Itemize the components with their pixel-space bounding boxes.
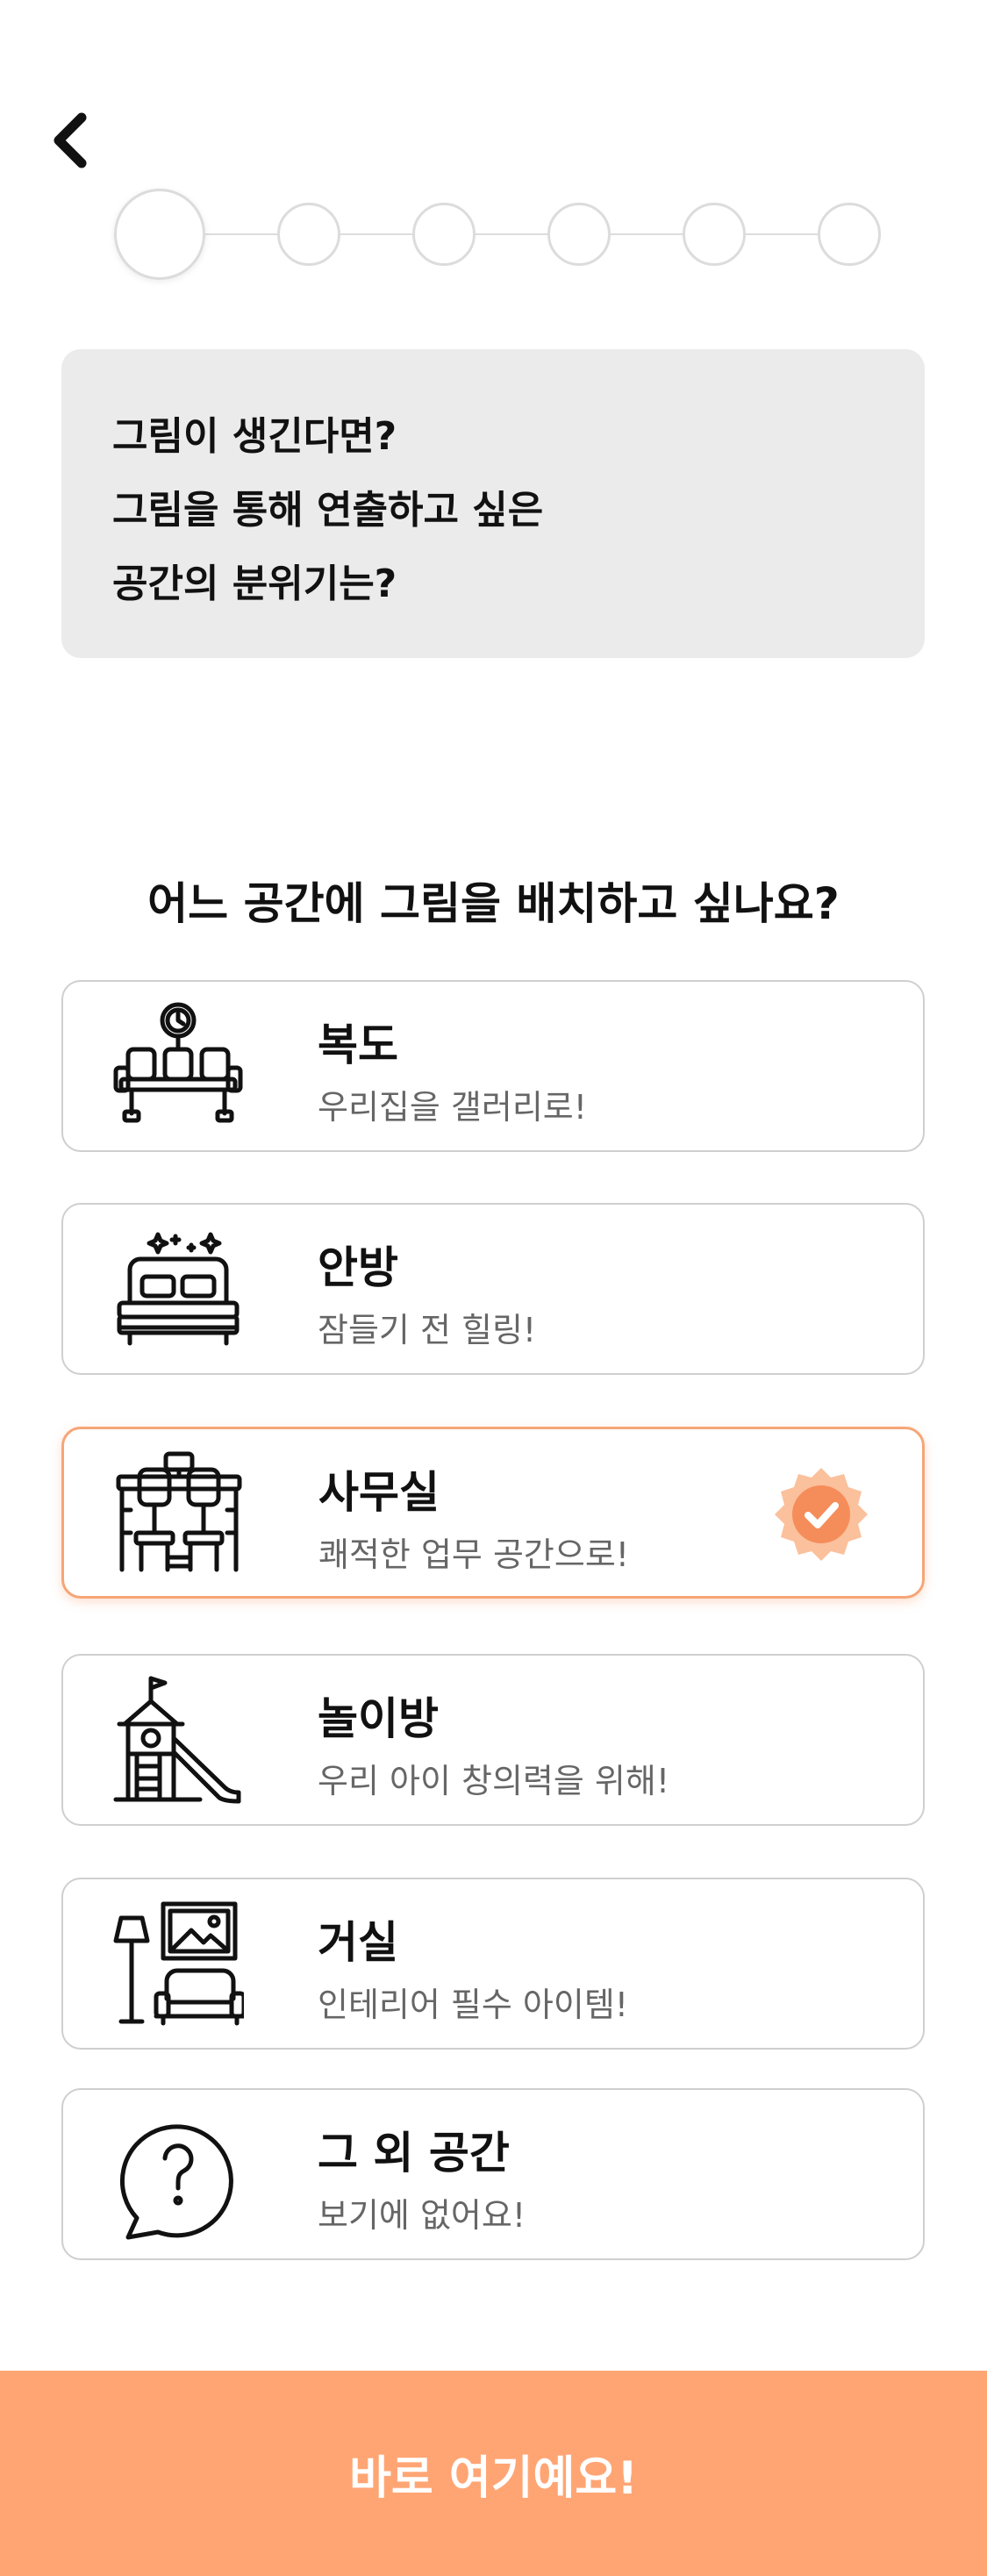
intro-line-3: 공간의 분위기는? — [112, 562, 397, 606]
option-playroom[interactable]: 놀이방 우리 아이 창의력을 위해! — [61, 1654, 925, 1826]
intro-line-2: 그림을 통해 연출하고 싶은 — [112, 488, 544, 533]
option-living-room[interactable]: 거실 인테리어 필수 아이템! — [61, 1878, 925, 2050]
intro-line-1: 그림이 생긴다면? — [112, 414, 397, 459]
chevron-left-icon — [54, 112, 87, 168]
option-bedroom[interactable]: 안방 잠들기 전 힐링! — [61, 1203, 925, 1375]
intro-box: 그림이 생긴다면? 그림을 통해 연출하고 싶은 공간의 분위기는? — [61, 349, 925, 658]
step-6 — [818, 203, 881, 266]
check-badge-icon — [775, 1468, 868, 1561]
question-heading: 어느 공간에 그림을 배치하고 싶나요? — [147, 878, 840, 929]
option-description: 인테리어 필수 아이템! — [318, 1986, 629, 2024]
bed-icon — [117, 1232, 240, 1346]
option-description: 우리 아이 창의력을 위해! — [318, 1762, 670, 1800]
option-title: 안방 — [318, 1242, 398, 1293]
option-description: 잠들기 전 힐링! — [318, 1311, 537, 1349]
option-title: 복도 — [318, 1020, 398, 1070]
confirm-button[interactable]: 바로 여기예요! — [0, 2371, 987, 2576]
living-room-sofa-lamp-icon — [113, 1901, 244, 2026]
playground-slide-icon — [113, 1676, 241, 1804]
back-button[interactable] — [44, 110, 97, 171]
step-2 — [277, 203, 340, 266]
option-office[interactable]: 사무실 쾌적한 업무 공간으로! — [61, 1427, 925, 1599]
hallway-bench-clock-icon — [113, 1002, 243, 1123]
option-title: 놀이방 — [318, 1693, 439, 1744]
step-5 — [683, 203, 746, 266]
option-description: 쾌적한 업무 공간으로! — [318, 1535, 630, 1574]
option-description: 보기에 없어요! — [318, 2196, 526, 2235]
step-1 — [114, 189, 205, 280]
option-description: 우리집을 갤러리로! — [318, 1088, 587, 1127]
step-4 — [547, 203, 611, 266]
option-other-space[interactable]: 그 외 공간 보기에 없어요! — [61, 2088, 925, 2260]
office-desk-chairs-icon — [116, 1451, 242, 1572]
question-bubble-icon — [119, 2124, 233, 2240]
option-title: 사무실 — [318, 1467, 440, 1518]
option-hallway[interactable]: 복도 우리집을 갤러리로! — [61, 980, 925, 1152]
stepper-line — [160, 233, 856, 235]
progress-stepper — [114, 189, 888, 280]
option-title: 거실 — [318, 1917, 398, 1968]
option-title: 그 외 공간 — [318, 2128, 510, 2179]
step-3 — [412, 203, 476, 266]
